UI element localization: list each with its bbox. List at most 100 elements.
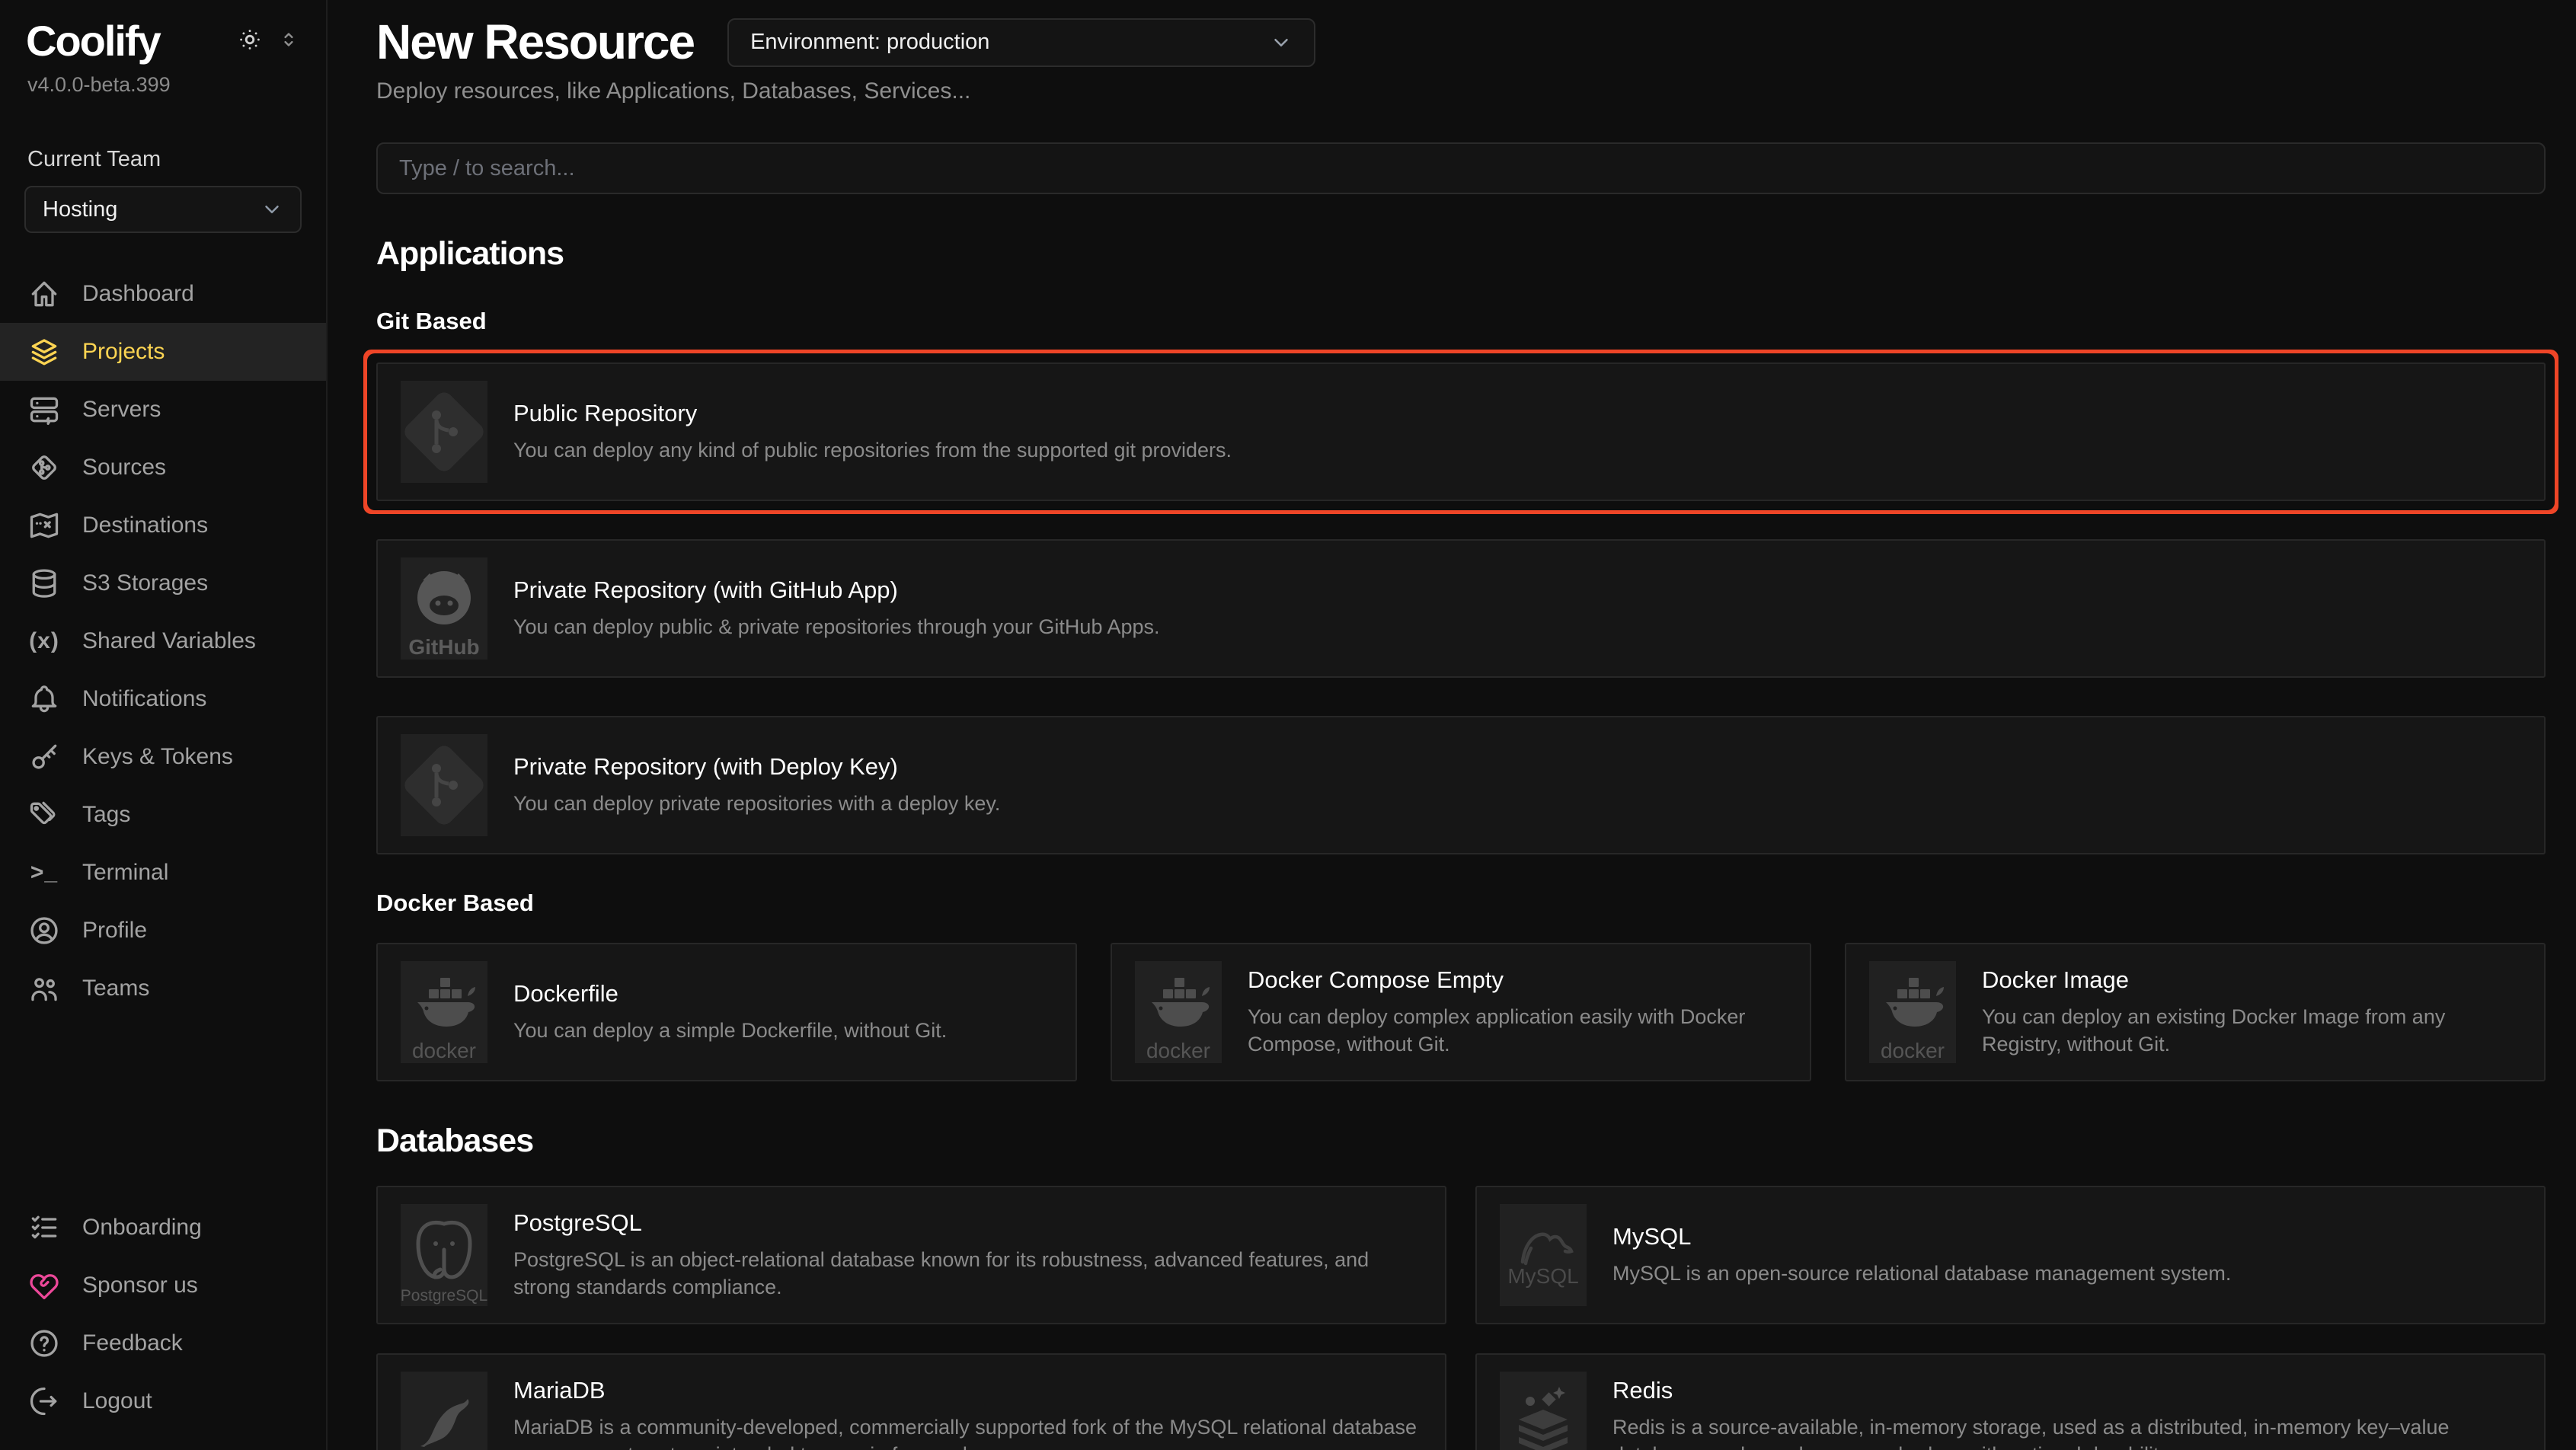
group-label-docker-based: Docker Based xyxy=(376,889,2546,917)
map-icon xyxy=(27,509,61,542)
sidebar-item-notifications[interactable]: Notifications xyxy=(0,670,326,728)
card-mysql[interactable]: MySQL MySQL MySQL is an open-source rela… xyxy=(1475,1186,2546,1324)
svg-text:docker: docker xyxy=(1146,1039,1210,1062)
variable-icon: (x) xyxy=(27,624,61,658)
card-title: MariaDB xyxy=(513,1377,1422,1404)
card-private-repository-github-app[interactable]: GitHub Private Repository (with GitHub A… xyxy=(376,539,2546,678)
sidebar-item-s3-storages[interactable]: S3 Storages xyxy=(0,554,326,612)
sidebar-item-label: Shared Variables xyxy=(82,628,256,654)
sidebar-item-label: Tags xyxy=(82,802,130,828)
app-version: v4.0.0-beta.399 xyxy=(0,73,326,97)
sidebar-item-projects[interactable]: Projects xyxy=(0,323,326,381)
page-title: New Resource xyxy=(376,17,694,68)
git-logo-icon xyxy=(401,381,487,483)
git-based-cards: Public Repository You can deploy any kin… xyxy=(376,362,2546,854)
postgresql-logo-icon: PostgreSQL xyxy=(401,1204,487,1306)
sidebar-item-onboarding[interactable]: Onboarding xyxy=(0,1199,326,1257)
docker-logo-icon: docker xyxy=(401,961,487,1063)
card-description: You can deploy private repositories with… xyxy=(513,790,1000,817)
card-private-repository-deploy-key[interactable]: Private Repository (with Deploy Key) You… xyxy=(376,716,2546,854)
card-description: You can deploy an existing Docker Image … xyxy=(1982,1003,2521,1059)
server-icon xyxy=(27,393,61,426)
heart-hands-icon xyxy=(27,1269,61,1302)
sidebar-item-feedback[interactable]: Feedback xyxy=(0,1314,326,1372)
search-input[interactable] xyxy=(376,142,2546,194)
card-description: Redis is a source-available, in-memory s… xyxy=(1612,1413,2521,1450)
sidebar-item-label: Notifications xyxy=(82,686,206,712)
user-circle-icon xyxy=(27,914,61,947)
card-description: MySQL is an open-source relational datab… xyxy=(1612,1260,2231,1287)
card-docker-image[interactable]: docker Docker Image You can deploy an ex… xyxy=(1845,943,2546,1081)
main-content: New Resource Environment: production Dep… xyxy=(328,0,2576,1450)
sidebar-item-label: Destinations xyxy=(82,513,208,538)
svg-text:MySQL: MySQL xyxy=(1507,1264,1578,1288)
card-postgresql[interactable]: PostgreSQL PostgreSQL PostgreSQL is an o… xyxy=(376,1186,1446,1324)
redis-logo-icon: redis xyxy=(1500,1372,1587,1450)
sidebar-item-destinations[interactable]: Destinations xyxy=(0,497,326,554)
users-icon xyxy=(27,972,61,1005)
collapse-chevrons-icon[interactable] xyxy=(277,28,300,51)
mariadb-logo-icon: MariaDB xyxy=(401,1372,487,1450)
sidebar-item-profile[interactable]: Profile xyxy=(0,902,326,960)
card-title: MySQL xyxy=(1612,1223,2231,1250)
card-redis[interactable]: redis Redis Redis is a source-available,… xyxy=(1475,1353,2546,1450)
card-title: Private Repository (with Deploy Key) xyxy=(513,753,1000,781)
sidebar-item-label: Sources xyxy=(82,455,166,481)
sidebar-item-sponsor-us[interactable]: Sponsor us xyxy=(0,1257,326,1314)
sidebar-item-label: Teams xyxy=(82,976,149,1001)
sidebar-item-logout[interactable]: Logout xyxy=(0,1372,326,1430)
card-description: PostgreSQL is an object-relational datab… xyxy=(513,1246,1422,1301)
sidebar-item-dashboard[interactable]: Dashboard xyxy=(0,265,326,323)
sidebar-nav: Dashboard Projects Servers Sources Desti… xyxy=(0,265,326,1017)
sidebar-item-servers[interactable]: Servers xyxy=(0,381,326,439)
section-title-databases: Databases xyxy=(376,1123,2546,1160)
environment-select[interactable]: Environment: production xyxy=(727,18,1315,67)
sidebar-item-sources[interactable]: Sources xyxy=(0,439,326,497)
mysql-logo-icon: MySQL xyxy=(1500,1204,1587,1306)
team-select[interactable]: Hosting xyxy=(24,186,302,233)
sidebar-item-label: Logout xyxy=(82,1388,152,1414)
card-description: You can deploy public & private reposito… xyxy=(513,613,1160,640)
git-logo-icon xyxy=(401,734,487,836)
bell-icon xyxy=(27,682,61,716)
checklist-icon xyxy=(27,1211,61,1244)
help-circle-icon xyxy=(27,1327,61,1360)
svg-text:PostgreSQL: PostgreSQL xyxy=(401,1287,487,1305)
group-label-git-based: Git Based xyxy=(376,308,2546,335)
theme-toggle-sun-icon[interactable] xyxy=(236,26,264,53)
card-mariadb[interactable]: MariaDB MariaDB MariaDB is a community-d… xyxy=(376,1353,1446,1450)
card-title: Dockerfile xyxy=(513,980,947,1008)
layers-icon xyxy=(27,335,61,369)
sidebar-item-teams[interactable]: Teams xyxy=(0,960,326,1017)
svg-text:docker: docker xyxy=(412,1039,476,1062)
terminal-icon: >_ xyxy=(27,856,61,889)
sidebar-item-tags[interactable]: Tags xyxy=(0,786,326,844)
chevron-down-icon xyxy=(260,198,283,221)
sidebar-item-terminal[interactable]: >_ Terminal xyxy=(0,844,326,902)
sidebar-item-keys-tokens[interactable]: Keys & Tokens xyxy=(0,728,326,786)
docker-logo-icon: docker xyxy=(1135,961,1222,1063)
sidebar-item-label: Dashboard xyxy=(82,281,194,307)
sidebar-item-label: Onboarding xyxy=(82,1215,202,1241)
tags-icon xyxy=(27,798,61,832)
card-title: Docker Compose Empty xyxy=(1248,966,1787,994)
team-select-value: Hosting xyxy=(43,197,117,222)
sidebar-item-label: Keys & Tokens xyxy=(82,744,233,770)
sidebar-item-label: Projects xyxy=(82,339,165,365)
sidebar-item-label: Terminal xyxy=(82,860,168,886)
sidebar-item-label: Feedback xyxy=(82,1330,183,1356)
page-subtitle: Deploy resources, like Applications, Dat… xyxy=(376,78,2546,104)
current-team-label: Current Team xyxy=(0,147,326,172)
card-docker-compose-empty[interactable]: docker Docker Compose Empty You can depl… xyxy=(1111,943,1811,1081)
github-logo-icon: GitHub xyxy=(401,557,487,660)
card-description: You can deploy any kind of public reposi… xyxy=(513,436,1232,464)
section-title-applications: Applications xyxy=(376,235,2546,273)
sidebar-item-label: Profile xyxy=(82,918,147,944)
docker-based-cards: docker Dockerfile You can deploy a simpl… xyxy=(376,943,2546,1081)
svg-text:GitHub: GitHub xyxy=(408,635,479,659)
sidebar-footer-nav: Onboarding Sponsor us Feedback Logout xyxy=(0,1199,326,1430)
sidebar-item-shared-variables[interactable]: (x) Shared Variables xyxy=(0,612,326,670)
card-public-repository[interactable]: Public Repository You can deploy any kin… xyxy=(376,362,2546,501)
card-dockerfile[interactable]: docker Dockerfile You can deploy a simpl… xyxy=(376,943,1077,1081)
card-description: You can deploy a simple Dockerfile, with… xyxy=(513,1017,947,1044)
